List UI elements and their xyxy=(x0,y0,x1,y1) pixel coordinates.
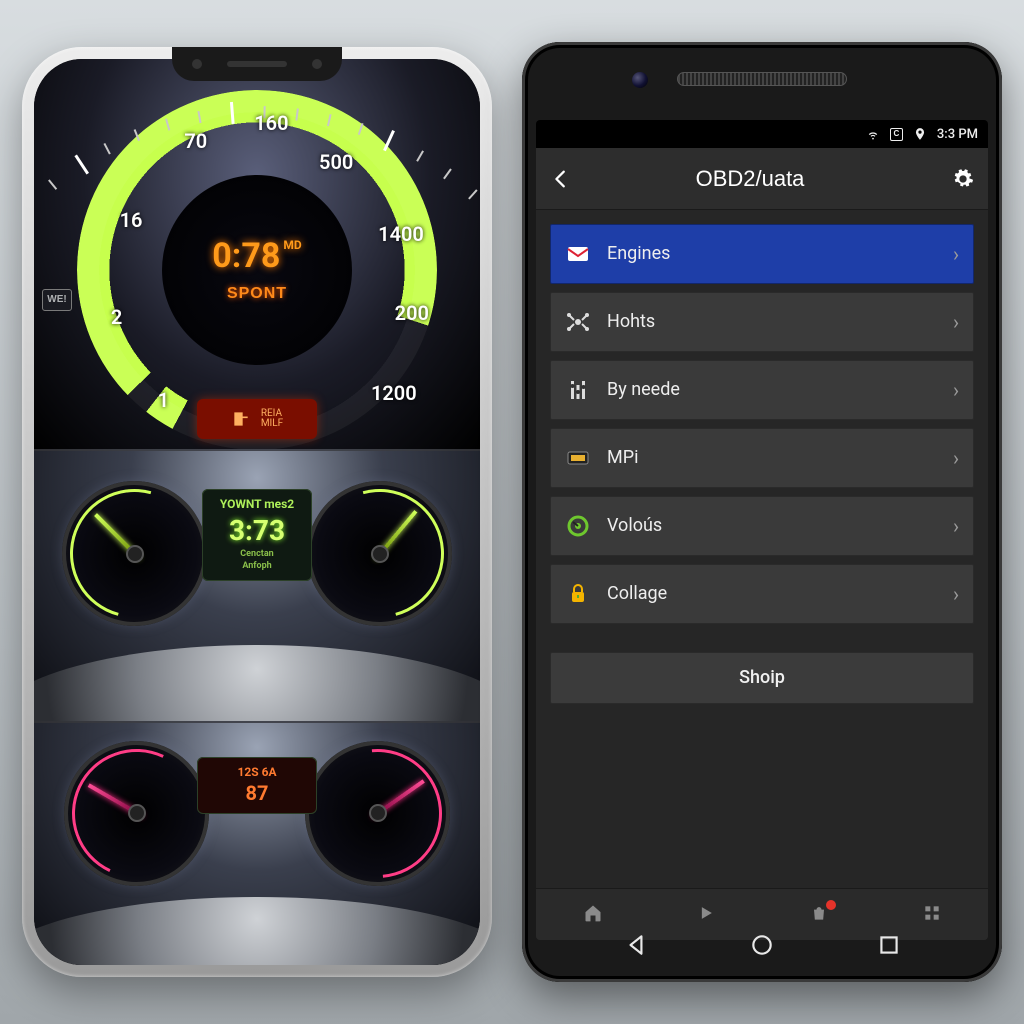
dashboard-panel-bottom: 12S 6A 87 4.6BARFAI xyxy=(34,721,480,965)
menu-item-label: Engines xyxy=(607,245,937,263)
chevron-right-icon: › xyxy=(953,584,959,604)
sat-icon xyxy=(565,309,591,335)
main-speedometer: 0:78MD SPONT 1 2 16 70 160 500 1400 200 … xyxy=(77,90,437,449)
mini-gauge-right xyxy=(305,741,450,886)
left-screen: WE! 0:78MD SPONT 1 2 16 70 160 xyxy=(34,59,480,965)
display-notch xyxy=(172,47,342,81)
mini-gauge-left xyxy=(64,741,209,886)
scale-num: 70 xyxy=(184,129,207,153)
scale-num: 500 xyxy=(319,150,353,174)
chevron-right-icon: › xyxy=(953,244,959,264)
front-camera xyxy=(632,72,648,88)
scale-num: 1400 xyxy=(378,222,424,246)
right-screen: C 3:3 PM OBD2/uata Engines›Hohts›By need… xyxy=(536,120,988,940)
digital-readout: 0:78MD xyxy=(212,239,301,276)
phone-right-device: C 3:3 PM OBD2/uata Engines›Hohts›By need… xyxy=(522,42,1002,982)
menu-item-label: MPi xyxy=(607,449,937,467)
menu-item-mpi[interactable]: MPi › xyxy=(550,428,974,488)
scale-num: 200 xyxy=(395,301,429,325)
menu-item-byneede[interactable]: By neede › xyxy=(550,360,974,420)
menu-item-label: Collage xyxy=(607,585,937,603)
wifi-icon xyxy=(866,127,880,141)
phone-left-device: WE! 0:78MD SPONT 1 2 16 70 160 xyxy=(22,47,492,977)
app-bar: OBD2/uata xyxy=(536,148,988,210)
dashboard-panel-top: WE! 0:78MD SPONT 1 2 16 70 160 xyxy=(34,59,480,449)
lock-icon xyxy=(565,581,591,607)
menu-list: Engines›Hohts›By neede›MPi›Voloús›Collag… xyxy=(536,210,988,638)
menu-item-hohts[interactable]: Hohts › xyxy=(550,292,974,352)
scale-num: 1200 xyxy=(371,381,417,405)
status-time: 3:3 PM xyxy=(937,128,978,141)
scale-num: 2 xyxy=(111,305,122,329)
gear-icon[interactable] xyxy=(952,168,974,190)
scale-num: 160 xyxy=(254,111,288,135)
back-icon[interactable] xyxy=(550,168,572,190)
menu-item-label: By neede xyxy=(607,381,937,399)
bars-icon xyxy=(565,377,591,403)
gaugegreen-icon xyxy=(565,513,591,539)
dashboard-panel-mid: YOWNT mes2 3:73 Cenctan Anfoph 9.R1890OE… xyxy=(34,449,480,720)
page-title: OBD2/uata xyxy=(588,168,936,190)
obd-icon xyxy=(565,445,591,471)
center-lcd: 12S 6A 87 xyxy=(197,757,317,815)
nav-recent-icon[interactable] xyxy=(876,932,902,958)
nav-back-icon[interactable] xyxy=(623,932,649,958)
chevron-right-icon: › xyxy=(953,516,959,536)
door-open-icon xyxy=(231,409,251,429)
menu-item-volous[interactable]: Voloús › xyxy=(550,496,974,556)
earpiece xyxy=(677,72,847,86)
drive-mode-label: SPONT xyxy=(227,286,287,302)
center-lcd: YOWNT mes2 3:73 Cenctan Anfoph xyxy=(202,489,312,580)
menu-item-label: Hohts xyxy=(607,313,937,331)
side-badge: WE! xyxy=(42,289,72,311)
location-icon xyxy=(913,127,927,141)
chevron-right-icon: › xyxy=(953,448,959,468)
mini-gauge-left xyxy=(62,481,207,626)
menu-item-label: Voloús xyxy=(607,517,937,535)
nav-home-icon[interactable] xyxy=(749,932,775,958)
notification-badge-icon xyxy=(825,899,837,911)
scale-num: 1 xyxy=(158,388,169,412)
status-bar: C 3:3 PM xyxy=(536,120,988,148)
chevron-right-icon: › xyxy=(953,380,959,400)
menu-item-collage[interactable]: Collage › xyxy=(550,564,974,624)
scale-num: 16 xyxy=(120,208,143,232)
menu-item-engines[interactable]: Engines › xyxy=(550,224,974,284)
status-icon: C xyxy=(890,128,903,141)
chevron-right-icon: › xyxy=(953,312,959,332)
mini-gauge-right xyxy=(307,481,452,626)
hardware-nav xyxy=(522,922,1002,968)
mail-icon xyxy=(565,241,591,267)
warning-indicator: REIAMILF xyxy=(197,399,317,439)
shop-button[interactable]: Shoip xyxy=(550,652,974,704)
